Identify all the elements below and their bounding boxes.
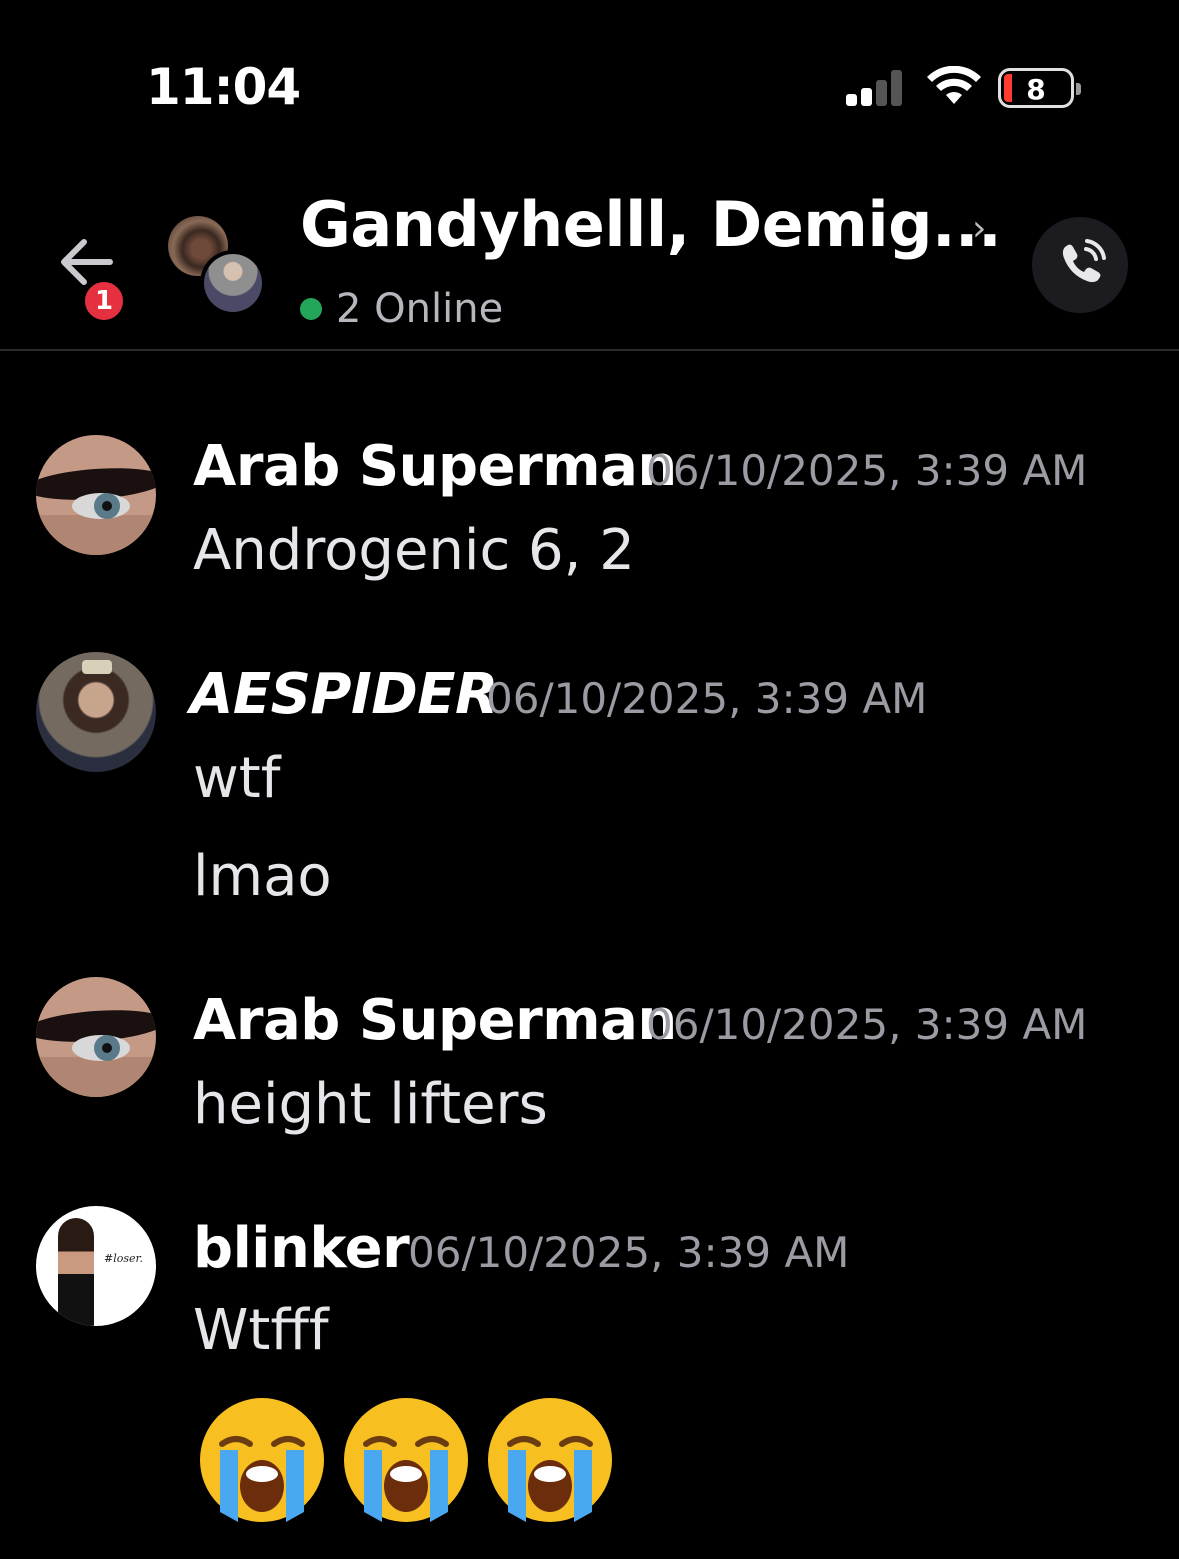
message-text[interactable]: Wtfff [193, 1298, 329, 1363]
loudly-crying-face-icon[interactable] [340, 1394, 472, 1526]
call-button[interactable] [1032, 217, 1128, 313]
status-time: 11:04 [146, 58, 301, 116]
message-text[interactable]: wtf [193, 746, 280, 811]
online-count: 2 Online [336, 286, 504, 332]
message-text[interactable]: height lifters [193, 1072, 548, 1137]
online-status-dot [300, 298, 322, 320]
message-timestamp: 06/10/2025, 3:39 AM [646, 446, 1088, 495]
avatar-aespider[interactable] [36, 652, 156, 772]
avatar-arab-superman[interactable] [36, 435, 156, 555]
message-timestamp: 06/10/2025, 3:39 AM [646, 1000, 1088, 1049]
app-screen: 11:04 8 1 Gandyhelll, Demig... › 2 Onlin… [0, 0, 1179, 1559]
loudly-crying-face-icon[interactable] [484, 1394, 616, 1526]
battery-icon: 8 [998, 68, 1081, 108]
loudly-crying-face-icon[interactable] [196, 1394, 328, 1526]
unread-badge: 1 [81, 278, 127, 324]
cellular-signal-icon [846, 70, 906, 106]
avatar-caption: #loser. [104, 1252, 144, 1265]
message-author[interactable]: blinker [193, 1216, 410, 1281]
group-avatar-secondary[interactable] [200, 250, 266, 316]
message-timestamp: 06/10/2025, 3:39 AM [486, 674, 928, 723]
message-timestamp: 06/10/2025, 3:39 AM [408, 1228, 850, 1277]
message-author[interactable]: AESPIDER [190, 662, 498, 727]
phone-call-icon [1062, 239, 1106, 283]
battery-level: 8 [1026, 73, 1046, 106]
message-author[interactable]: Arab Superman [193, 988, 677, 1053]
avatar-blinker[interactable]: #loser. [36, 1206, 156, 1326]
message-author[interactable]: Arab Superman [193, 434, 677, 499]
chevron-right-icon[interactable]: › [972, 208, 986, 249]
channel-title[interactable]: Gandyhelll, Demig... [300, 188, 1002, 261]
message-text[interactable]: lmao [193, 844, 332, 909]
header-divider [0, 349, 1179, 351]
message-text[interactable]: Androgenic 6, 2 [193, 518, 635, 583]
avatar-arab-superman[interactable] [36, 977, 156, 1097]
wifi-icon [927, 66, 981, 104]
